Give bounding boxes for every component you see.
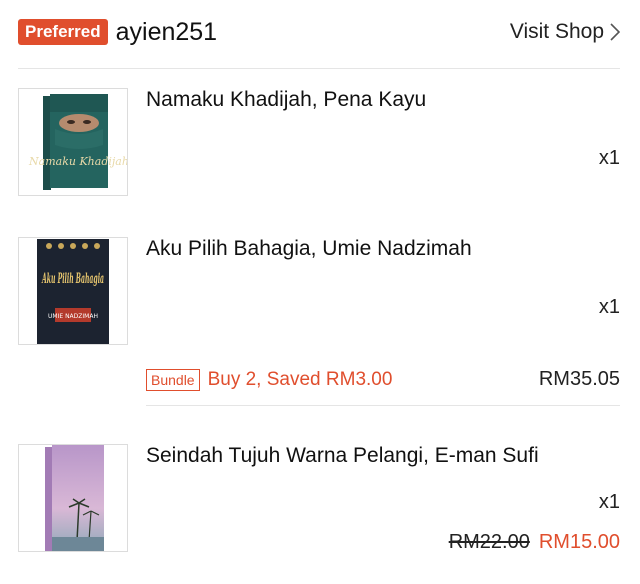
shop-header: Preferred ayien251 Visit Shop xyxy=(18,14,620,50)
book-cover-image xyxy=(45,445,104,551)
quantity: x1 xyxy=(598,491,620,513)
bundle-price: RM35.05 xyxy=(538,368,620,390)
shop-name[interactable]: ayien251 xyxy=(116,18,217,47)
bundle-row[interactable]: Bundle Buy 2, Saved RM3.00 RM35.05 xyxy=(146,368,620,391)
cart-item[interactable]: Aku Pilih Bahagia UMIE NADZIMAH Aku Pili… xyxy=(18,237,620,397)
book-cover-image: Aku Pilih Bahagia UMIE NADZIMAH xyxy=(37,239,109,344)
visit-shop-label: Visit Shop xyxy=(509,20,604,43)
cart-item[interactable]: Seindah Tujuh Warna Pelangi, E-man Sufi … xyxy=(18,444,620,556)
product-title[interactable]: Seindah Tujuh Warna Pelangi, E-man Sufi xyxy=(146,444,539,468)
product-thumbnail[interactable] xyxy=(18,444,128,552)
cover-author: UMIE NADZIMAH xyxy=(48,313,98,320)
original-price: RM22.00 xyxy=(448,531,530,553)
product-title[interactable]: Namaku Khadijah, Pena Kayu xyxy=(146,88,426,112)
product-thumbnail[interactable]: Namaku Khadijah xyxy=(18,88,128,196)
bundle-savings: Buy 2, Saved RM3.00 xyxy=(207,368,393,390)
quantity: x1 xyxy=(598,296,620,318)
product-title[interactable]: Aku Pilih Bahagia, Umie Nadzimah xyxy=(146,237,472,261)
discounted-price: RM15.00 xyxy=(538,531,620,553)
divider xyxy=(146,405,620,406)
book-cover-image: Namaku Khadijah xyxy=(28,94,127,190)
chevron-right-icon xyxy=(610,23,620,41)
visit-shop-button[interactable]: Visit Shop xyxy=(510,20,620,44)
price-row: RM22.00 RM15.00 xyxy=(449,531,620,554)
bundle-tag: Bundle xyxy=(146,368,200,391)
quantity: x1 xyxy=(598,147,620,169)
cart-item[interactable]: Namaku Khadijah Namaku Khadijah, Pena Ka… xyxy=(18,88,620,200)
product-thumbnail[interactable]: Aku Pilih Bahagia UMIE NADZIMAH xyxy=(18,237,128,345)
divider xyxy=(18,68,620,69)
cover-title: Aku Pilih Bahagia xyxy=(41,271,104,287)
cover-title: Namaku Khadijah xyxy=(28,155,127,168)
preferred-badge: Preferred xyxy=(18,19,108,45)
